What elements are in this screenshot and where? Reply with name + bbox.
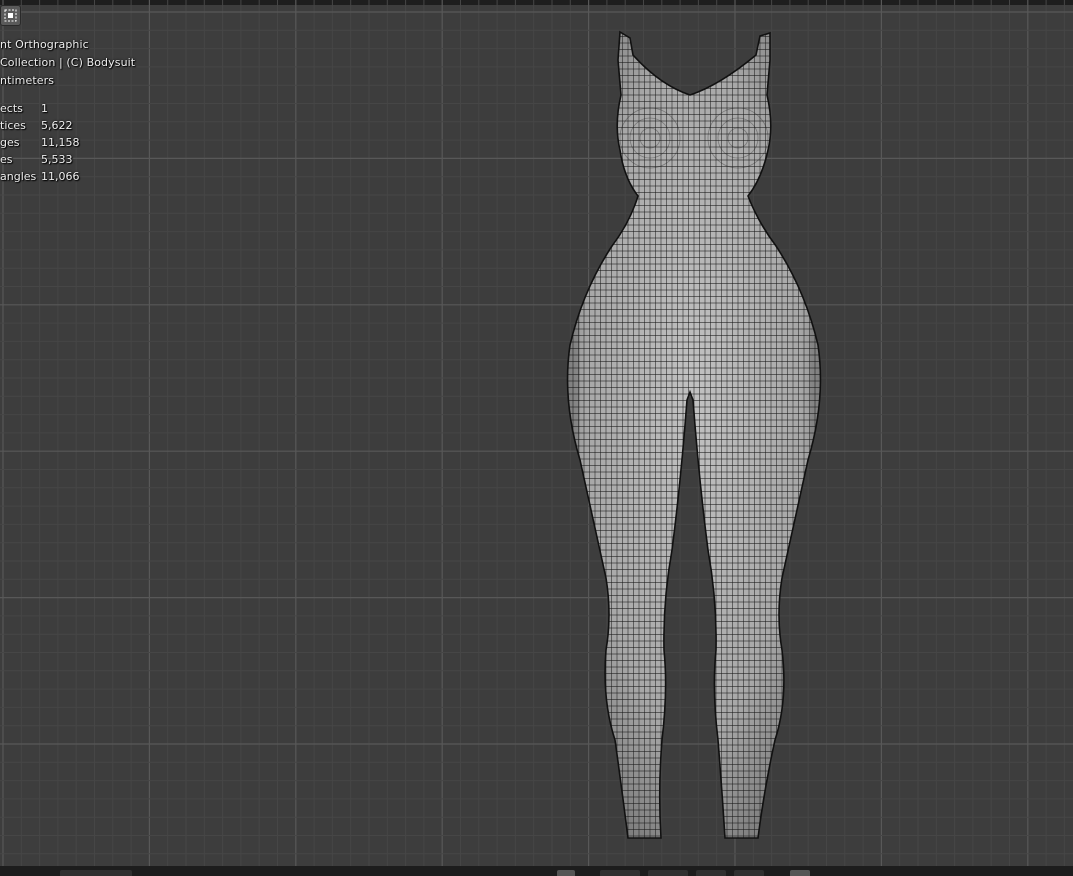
- stat-row-edges: ges 11,158: [0, 134, 140, 151]
- stat-value: 5,533: [41, 153, 73, 166]
- stat-row-vertices: tices 5,622: [0, 117, 140, 134]
- stat-label: ges: [0, 136, 20, 149]
- units-label: ntimeters: [0, 74, 55, 87]
- status-widget[interactable]: [648, 870, 688, 876]
- bodysuit-mesh[interactable]: [560, 25, 830, 850]
- status-widget[interactable]: [60, 870, 132, 876]
- select-mode-button[interactable]: [0, 5, 21, 26]
- stat-value: 11,066: [41, 170, 80, 183]
- stat-label: ects: [0, 102, 23, 115]
- viewport-grid: [0, 0, 1073, 866]
- status-bar: [0, 866, 1073, 876]
- status-widget[interactable]: [734, 870, 764, 876]
- stat-label: angles: [0, 170, 37, 183]
- stat-row-faces: es 5,533: [0, 151, 140, 168]
- status-widget[interactable]: [557, 870, 575, 876]
- status-widget[interactable]: [696, 870, 726, 876]
- 3d-viewport[interactable]: nt Orthographic Collection | (C) Bodysui…: [0, 0, 1073, 866]
- collection-info: Collection | (C) Bodysuit: [0, 56, 136, 69]
- statistics-overlay: ects 1 tices 5,622 ges 11,158 es 5,533 a…: [0, 100, 140, 185]
- select-box-icon: [4, 9, 17, 22]
- stat-value: 1: [41, 102, 48, 115]
- stat-row-triangles: angles 11,066: [0, 168, 140, 185]
- stat-label: es: [0, 153, 13, 166]
- status-widget[interactable]: [600, 870, 640, 876]
- stat-value: 11,158: [41, 136, 80, 149]
- stat-label: tices: [0, 119, 26, 132]
- stat-value: 5,622: [41, 119, 73, 132]
- stat-row-objects: ects 1: [0, 100, 140, 117]
- view-name: nt Orthographic: [0, 38, 89, 51]
- status-widget[interactable]: [790, 870, 810, 876]
